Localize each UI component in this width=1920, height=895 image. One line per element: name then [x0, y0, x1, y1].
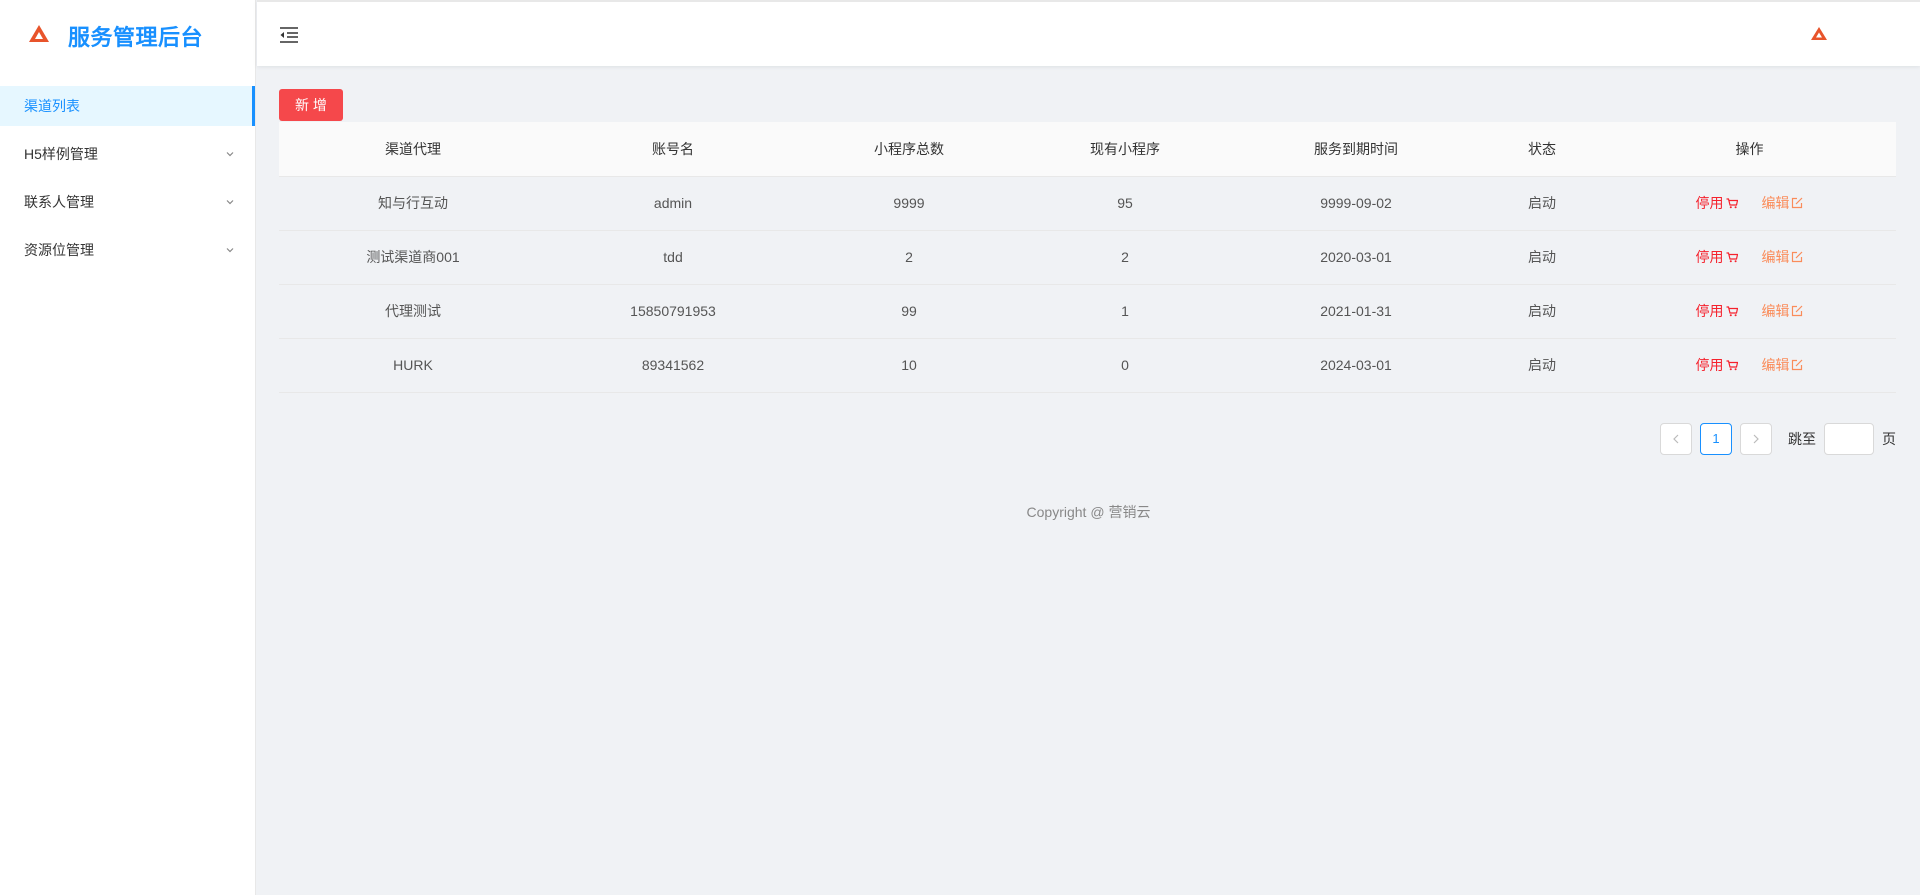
column-header: 账号名 [547, 122, 799, 177]
table-cell: tdd [547, 230, 799, 285]
sidebar-item-resource-slots[interactable]: 资源位管理 [0, 230, 255, 270]
edit-label: 编辑 [1761, 303, 1790, 319]
sidebar-item-label: H5样例管理 [24, 146, 98, 162]
actions-cell: 停用 编辑 [1603, 230, 1896, 285]
stop-label: 停用 [1695, 303, 1724, 319]
edit-icon [1792, 359, 1803, 371]
page-suffix-label: 页 [1882, 430, 1896, 447]
jump-label: 跳至 [1788, 430, 1816, 447]
column-header: 小程序总数 [799, 122, 1019, 177]
logo-icon [28, 24, 52, 48]
table-cell: HURK [279, 338, 547, 393]
sidebar-menu: 渠道列表 H5样例管理 联系人管理 资源位管理 [0, 86, 255, 270]
edit-button[interactable]: 编辑 [1761, 247, 1803, 267]
table-cell: 启动 [1481, 176, 1603, 231]
prev-page-button[interactable] [1660, 422, 1692, 455]
edit-icon [1792, 305, 1803, 317]
chevron-down-icon [225, 197, 235, 207]
jump-page-input[interactable] [1824, 422, 1874, 455]
cart-icon [1726, 251, 1738, 262]
sidebar-item-h5-samples[interactable]: H5样例管理 [0, 134, 255, 174]
edit-icon [1792, 197, 1803, 209]
main-content: 新 增 渠道代理 账号名 小程序总数 现有小程序 服务到期时间 状态 操作 知与… [279, 89, 1896, 455]
table-cell: admin [547, 176, 799, 231]
table-cell: 代理测试 [279, 284, 547, 339]
table-cell: 99 [799, 284, 1019, 339]
table-cell: 89341562 [547, 338, 799, 393]
chevron-right-icon [1753, 434, 1759, 443]
chevron-down-icon [225, 149, 235, 159]
edit-button[interactable]: 编辑 [1761, 193, 1803, 213]
table-cell: 9999-09-02 [1231, 176, 1481, 231]
table-row: 知与行互动 admin 9999 95 9999-09-02 启动 停用 编辑 [279, 176, 1896, 231]
column-header: 现有小程序 [1019, 122, 1231, 177]
table-cell: 15850791953 [547, 284, 799, 339]
table-cell: 2024-03-01 [1231, 338, 1481, 393]
table-cell: 2020-03-01 [1231, 230, 1481, 285]
table-cell: 测试渠道商001 [279, 230, 547, 285]
cart-icon [1726, 305, 1738, 316]
cart-icon [1726, 359, 1738, 370]
column-header: 渠道代理 [279, 122, 547, 177]
table-row: 测试渠道商001 tdd 2 2 2020-03-01 启动 停用 编辑 [279, 230, 1896, 285]
sidebar-item-label: 渠道列表 [24, 98, 80, 114]
footer-copyright: Copyright @ 营销云 [1026, 504, 1151, 520]
table-cell: 1 [1019, 284, 1231, 339]
table-cell: 2 [799, 230, 1019, 285]
table-cell: 启动 [1481, 230, 1603, 285]
edit-label: 编辑 [1761, 249, 1790, 265]
pagination: 1 跳至 页 [279, 422, 1896, 455]
sidebar-item-contacts[interactable]: 联系人管理 [0, 182, 255, 222]
add-button[interactable]: 新 增 [279, 89, 343, 121]
column-header: 操作 [1603, 122, 1896, 177]
stop-label: 停用 [1695, 357, 1724, 373]
table-cell: 启动 [1481, 338, 1603, 393]
table-cell: 10 [799, 338, 1019, 393]
edit-button[interactable]: 编辑 [1761, 301, 1803, 321]
brand: 服务管理后台 [0, 0, 255, 72]
menu-fold-icon[interactable] [279, 26, 299, 44]
edit-icon [1792, 251, 1803, 263]
edit-label: 编辑 [1761, 357, 1790, 373]
app-title: 服务管理后台 [68, 25, 204, 50]
chevron-left-icon [1673, 434, 1679, 443]
stop-button[interactable]: 停用 [1696, 247, 1738, 267]
chevron-down-icon [225, 245, 235, 255]
sidebar-item-label: 资源位管理 [24, 242, 94, 258]
stop-label: 停用 [1695, 249, 1724, 265]
edit-button[interactable]: 编辑 [1761, 355, 1803, 375]
logo-icon[interactable] [1810, 26, 1828, 42]
actions-cell: 停用 编辑 [1603, 284, 1896, 339]
edit-label: 编辑 [1761, 195, 1790, 211]
channel-table: 渠道代理 账号名 小程序总数 现有小程序 服务到期时间 状态 操作 知与行互动 … [279, 122, 1896, 393]
stop-label: 停用 [1695, 195, 1724, 211]
stop-button[interactable]: 停用 [1696, 355, 1738, 375]
table-row: HURK 89341562 10 0 2024-03-01 启动 停用 编辑 [279, 338, 1896, 393]
table-header-row: 渠道代理 账号名 小程序总数 现有小程序 服务到期时间 状态 操作 [279, 122, 1896, 177]
table-cell: 0 [1019, 338, 1231, 393]
table-cell: 2021-01-31 [1231, 284, 1481, 339]
sidebar-item-channel-list[interactable]: 渠道列表 [0, 86, 255, 126]
table-cell: 知与行互动 [279, 176, 547, 231]
stop-button[interactable]: 停用 [1696, 301, 1738, 321]
table-cell: 95 [1019, 176, 1231, 231]
sidebar: 服务管理后台 渠道列表 H5样例管理 联系人管理 资源位管理 [0, 0, 256, 895]
stop-button[interactable]: 停用 [1696, 193, 1738, 213]
sidebar-item-label: 联系人管理 [24, 194, 94, 210]
table-row: 代理测试 15850791953 99 1 2021-01-31 启动 停用 编… [279, 284, 1896, 339]
column-header: 状态 [1481, 122, 1603, 177]
actions-cell: 停用 编辑 [1603, 176, 1896, 231]
table-cell: 9999 [799, 176, 1019, 231]
actions-cell: 停用 编辑 [1603, 338, 1896, 393]
next-page-button[interactable] [1740, 422, 1772, 455]
page-number-button[interactable]: 1 [1700, 422, 1732, 455]
table-cell: 启动 [1481, 284, 1603, 339]
cart-icon [1726, 197, 1738, 208]
column-header: 服务到期时间 [1231, 122, 1481, 177]
top-header [257, 0, 1920, 66]
table-cell: 2 [1019, 230, 1231, 285]
